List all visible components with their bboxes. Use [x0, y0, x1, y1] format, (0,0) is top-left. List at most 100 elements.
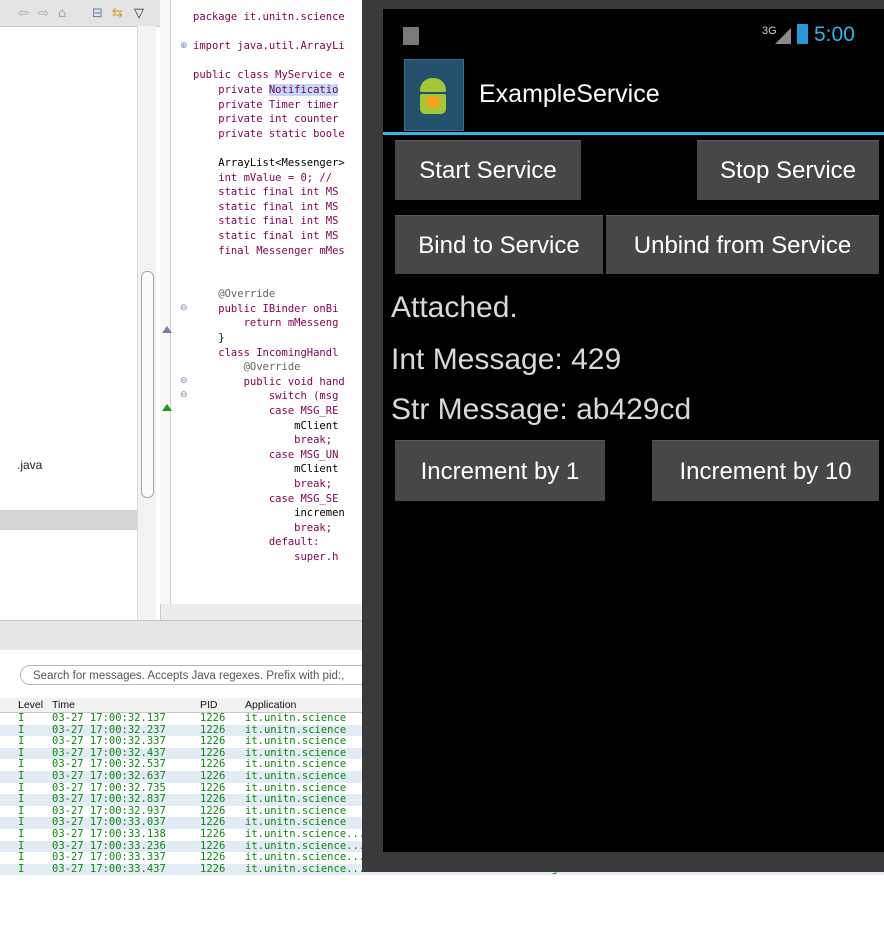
device-screen: 3G 5:00 ExampleService Start Service Sto… — [383, 9, 884, 852]
battery-icon — [797, 24, 808, 44]
code-line[interactable]: public IBinder onBi — [193, 302, 345, 317]
explorer-scrollbar[interactable] — [137, 26, 156, 620]
fold-minus-icon[interactable]: ⊖ — [180, 376, 188, 386]
log-cell-level: I — [18, 793, 25, 806]
code-line[interactable]: final Messenger mMes — [193, 244, 344, 259]
code-line[interactable]: case MSG_UN — [193, 448, 345, 463]
log-cell-app: it.unitn.science... — [245, 851, 366, 864]
selected-row-band — [0, 510, 137, 530]
code-line[interactable]: public void hand — [193, 375, 345, 390]
log-cell-level: I — [18, 769, 25, 782]
home-icon[interactable]: ⌂ — [58, 6, 66, 21]
code-line[interactable]: static final int MS — [193, 229, 345, 244]
log-cell-app: it.unitn.science — [245, 769, 347, 782]
code-line[interactable]: case MSG_RE — [193, 404, 345, 419]
explorer-scrollbar-thumb[interactable] — [141, 271, 154, 498]
code-line[interactable]: package it.unitn.science — [193, 10, 345, 25]
increment-by-10-button[interactable]: Increment by 10 — [652, 440, 879, 501]
back-arrow-icon[interactable]: ⇦ — [18, 6, 29, 21]
bind-service-button[interactable]: Bind to Service — [395, 215, 603, 274]
start-service-button[interactable]: Start Service — [395, 140, 581, 200]
code-line[interactable]: mClient — [193, 419, 345, 434]
view-menu-icon[interactable]: ▽ — [134, 6, 144, 21]
action-bar: ExampleService — [383, 58, 884, 135]
unbind-service-button[interactable]: Unbind from Service — [606, 215, 879, 274]
log-cell-pid: 1226 — [200, 862, 226, 875]
java-file-item[interactable]: .java — [17, 458, 42, 472]
column-level[interactable]: Level — [18, 699, 43, 711]
code-line[interactable]: class IncomingHandl — [193, 346, 345, 361]
column-time[interactable]: Time — [52, 699, 75, 711]
log-cell-pid: 1226 — [200, 793, 226, 806]
android-robot-icon — [420, 78, 446, 92]
log-cell-level: I — [18, 862, 25, 875]
forward-arrow-icon[interactable]: ⇨ — [38, 6, 49, 21]
signal-icon — [775, 28, 791, 44]
package-explorer-panel: ⇦ ⇨ ⌂ ⊟ ⇆ ▽ .java — [0, 0, 161, 620]
log-cell-app: it.unitn.science — [245, 793, 347, 806]
code-line[interactable]: break; — [193, 477, 345, 492]
log-cell-time: 03-27 17:00:33.138 — [52, 827, 166, 840]
package-explorer-toolbar: ⇦ ⇨ ⌂ ⊟ ⇆ ▽ — [0, 0, 160, 27]
code-line[interactable]: int mValue = 0; // — [193, 171, 345, 186]
code-line[interactable]: case MSG_SE — [193, 492, 345, 507]
code-line[interactable]: mClient — [193, 462, 345, 477]
code-line[interactable]: default: — [193, 535, 345, 550]
log-cell-time: 03-27 17:00:33.437 — [52, 862, 166, 875]
log-cell-app: it.unitn.science... — [245, 862, 366, 875]
override-marker-icon — [162, 326, 172, 333]
code-line[interactable] — [193, 258, 345, 273]
code-line[interactable]: static final int MS — [193, 214, 345, 229]
status-bar: 3G 5:00 — [383, 9, 884, 51]
code-line[interactable]: ArrayList<Messenger> — [193, 156, 344, 171]
fold-minus-icon[interactable]: ⊖ — [180, 390, 188, 400]
code-line[interactable] — [193, 54, 345, 69]
code-line[interactable] — [193, 273, 345, 288]
code-line[interactable]: switch (msg — [193, 389, 345, 404]
connection-status-text: Attached. — [391, 291, 518, 324]
code-line[interactable]: incremen — [193, 506, 345, 521]
code-line[interactable]: break; — [193, 521, 345, 536]
fold-plus-icon[interactable]: ⊕ — [180, 41, 188, 51]
log-cell-level: I — [18, 712, 25, 724]
log-cell-time: 03-27 17:00:32.837 — [52, 793, 166, 806]
code-line[interactable]: } — [193, 331, 345, 346]
code-line[interactable] — [193, 25, 345, 40]
code-line[interactable]: super.h — [193, 550, 345, 565]
link-with-editor-icon[interactable]: ⇆ — [112, 6, 123, 21]
collapse-all-icon[interactable]: ⊟ — [92, 6, 103, 21]
log-cell-level: I — [18, 827, 25, 840]
emulator-window: 3G 5:00 ExampleService Start Service Sto… — [362, 0, 884, 872]
notification-icon — [403, 27, 419, 45]
code-line[interactable]: private Timer timer — [193, 98, 345, 113]
app-title: ExampleService — [479, 80, 660, 108]
code-line[interactable]: @Override — [193, 287, 345, 302]
code-line[interactable]: private Notificatio — [193, 83, 345, 98]
log-cell-level: I — [18, 851, 25, 864]
log-cell-pid: 1226 — [200, 712, 226, 724]
implements-marker-icon — [162, 404, 172, 411]
code-line[interactable]: public class MyService e — [193, 68, 345, 83]
code-line[interactable]: private static boole — [193, 127, 344, 142]
code-line[interactable]: return mMesseng — [193, 316, 345, 331]
column-application[interactable]: Application — [245, 699, 296, 711]
code-line[interactable]: static final int MS — [193, 185, 345, 200]
log-cell-pid: 1226 — [200, 769, 226, 782]
code-line[interactable] — [193, 141, 345, 156]
log-cell-time: 03-27 17:00:32.637 — [52, 769, 166, 782]
str-message-text: Str Message: ab429cd — [391, 393, 692, 426]
code-line[interactable]: @Override — [193, 360, 345, 375]
status-clock: 5:00 — [814, 23, 855, 46]
code-line[interactable]: import java.util.ArrayLi — [193, 39, 345, 54]
column-pid[interactable]: PID — [200, 699, 218, 711]
app-home-button[interactable] — [404, 59, 464, 131]
stop-service-button[interactable]: Stop Service — [697, 140, 879, 200]
code-line[interactable]: private int counter — [193, 112, 345, 127]
log-cell-app: it.unitn.science... — [245, 827, 366, 840]
code-line[interactable]: break; — [193, 433, 345, 448]
increment-by-1-button[interactable]: Increment by 1 — [395, 440, 605, 501]
fold-minus-icon[interactable]: ⊖ — [180, 303, 188, 313]
log-cell-time: 03-27 17:00:32.137 — [52, 712, 166, 724]
code-line[interactable]: static final int MS — [193, 200, 345, 215]
java-source-code[interactable]: package it.unitn.science import java.util… — [193, 10, 345, 565]
